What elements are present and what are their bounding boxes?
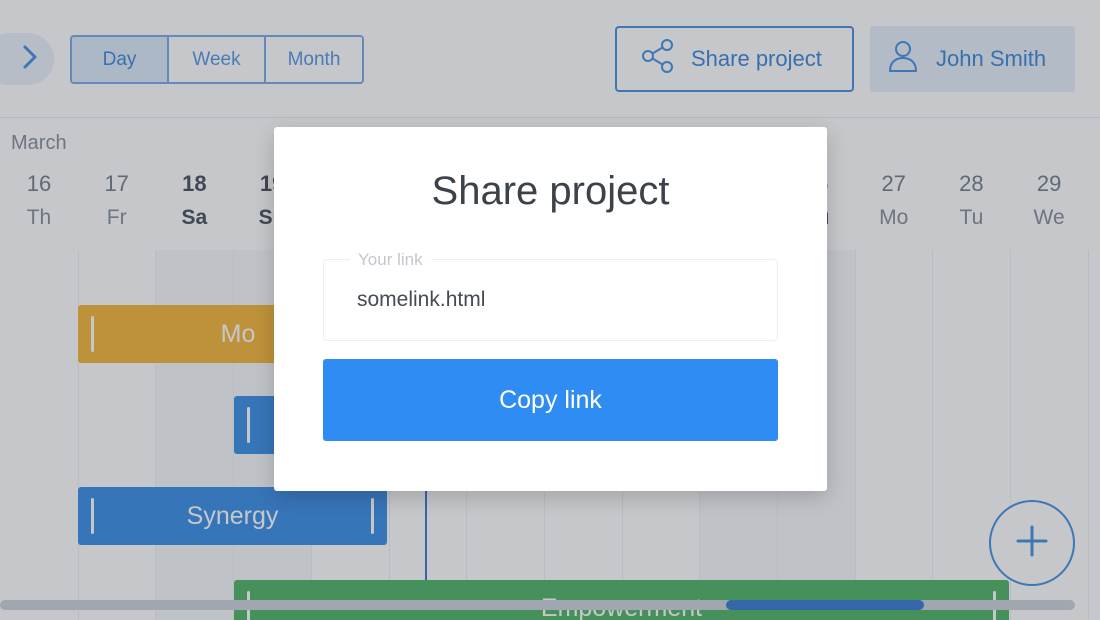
copy-link-button[interactable]: Copy link	[323, 359, 778, 441]
link-field[interactable]: Your link somelink.html	[323, 250, 778, 341]
share-project-dialog: Share project Your link somelink.html Co…	[274, 127, 827, 491]
link-field-value[interactable]: somelink.html	[357, 288, 485, 312]
link-field-label: Your link	[350, 250, 431, 270]
dialog-title: Share project	[431, 169, 670, 213]
